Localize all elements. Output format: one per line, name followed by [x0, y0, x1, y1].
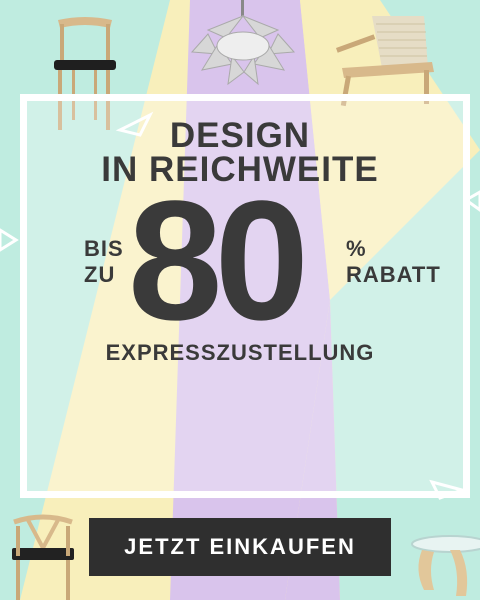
percent-sign: %	[346, 236, 367, 261]
discount-suffix: % RABATT	[346, 236, 441, 288]
pendant-lamp-icon	[190, 0, 296, 86]
wishbone-chair-icon	[12, 514, 74, 600]
coffee-table-icon	[411, 535, 480, 596]
lounge-chair-icon	[335, 16, 434, 107]
subline: EXPRESSZUSTELLUNG	[105, 340, 375, 365]
discount-prefix: BIS ZU	[84, 236, 124, 288]
discount-value: 80	[128, 166, 309, 356]
discount-suffix-label: RABATT	[346, 262, 441, 287]
discount-prefix-line-2: ZU	[84, 262, 116, 287]
discount-prefix-line-1: BIS	[84, 236, 124, 261]
promo-banner: DESIGN IN REICHWEITE BIS ZU 80 % RABATT …	[0, 0, 480, 600]
shop-now-button[interactable]: JETZT EINKAUFEN	[89, 518, 391, 576]
